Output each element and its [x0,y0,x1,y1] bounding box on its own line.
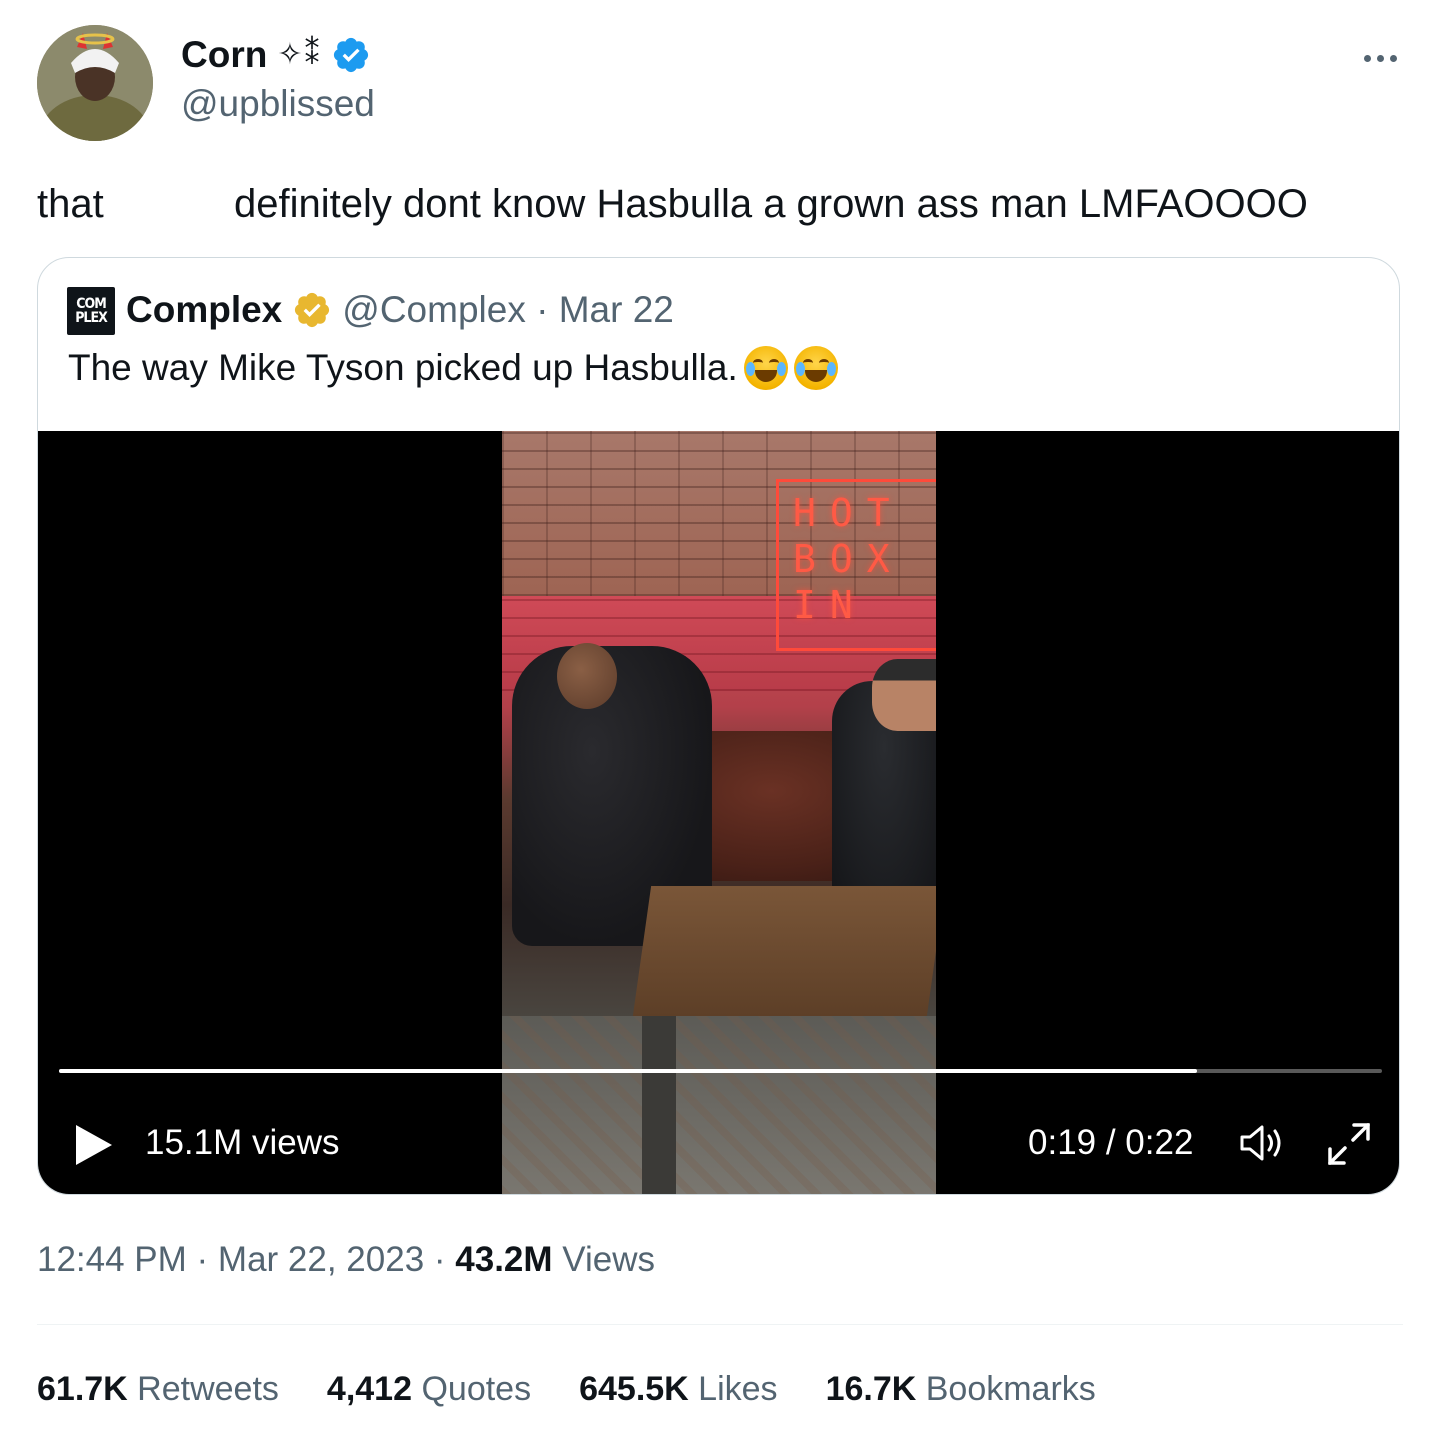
stat-label: Retweets [127,1370,279,1408]
likes-stat[interactable]: 645.5K Likes [579,1367,777,1411]
tweet-timestamp: 12:44 PM · Mar 22, 2023 · 43.2M Views [37,1238,655,1282]
quoted-text: The way Mike Tyson picked up Hasbulla. [68,346,838,390]
video-progress-fill [59,1069,1197,1073]
table-leg [642,1016,676,1194]
volume-icon[interactable] [1238,1121,1288,1165]
tweet-stats: 61.7K Retweets 4,412 Quotes 645.5K Likes… [37,1367,1096,1411]
neon-line: HOT [793,491,904,535]
person-left-head [557,643,617,709]
complex-logo: COM PLEX [67,287,115,335]
author-handle[interactable]: @upblissed [181,82,375,126]
tweet-text-part2: definitely dont know Hasbulla a grown as… [234,182,1308,226]
stat-count: 645.5K [579,1370,689,1408]
quotes-stat[interactable]: 4,412 Quotes [327,1367,531,1411]
tweet-text-part1: that [37,182,104,226]
more-horizontal-icon[interactable] [1352,40,1408,76]
bookmarks-stat[interactable]: 16.7K Bookmarks [826,1367,1096,1411]
neon-line: BOX [793,537,904,581]
video-progress-bar[interactable] [59,1069,1382,1073]
separator: · [186,1240,218,1279]
video-player[interactable]: HOT BOX IN 15.1M views 0:19 / 0:22 [38,431,1399,1194]
views-count: 43.2M [455,1240,553,1279]
views-label: Views [552,1240,656,1279]
author-name-decoration: ✧⁑ [277,38,322,71]
person-right-head [872,659,936,731]
quoted-text-body: The way Mike Tyson picked up Hasbulla. [68,347,738,388]
coffee-table [632,886,936,1016]
logo-text-bottom: PLEX [75,310,108,326]
play-icon[interactable] [74,1123,114,1167]
fullscreen-icon[interactable] [1326,1121,1372,1167]
divider [37,1324,1403,1325]
avatar[interactable] [37,25,153,141]
logo-text-top: COM [76,296,107,312]
video-time: 0:19 / 0:22 [1028,1123,1194,1162]
tears-of-joy-emoji-icon [793,346,838,390]
stat-count: 61.7K [37,1370,128,1408]
quoted-meta[interactable]: @Complex · Mar 22 [342,288,674,332]
retweets-stat[interactable]: 61.7K Retweets [37,1367,279,1411]
tweet-date[interactable]: Mar 22, 2023 [218,1240,424,1279]
neon-line: IN [793,583,867,627]
verified-badge-icon [292,290,332,330]
video-views: 15.1M views [145,1123,340,1162]
tweet-time[interactable]: 12:44 PM [37,1240,187,1279]
quoted-tweet-card[interactable]: COM PLEX Complex @Complex · Mar 22 The w… [37,257,1400,1195]
author-display-name[interactable]: Corn ✧⁑ [181,33,371,77]
verified-badge-icon [331,35,371,75]
author-name: Corn [181,34,268,75]
stat-count: 16.7K [825,1370,917,1408]
quoted-header: Complex @Complex · Mar 22 [126,288,674,332]
rug [502,1016,936,1194]
stat-label: Likes [688,1370,778,1408]
stat-label: Bookmarks [916,1370,1096,1408]
tears-of-joy-emoji-icon [743,346,788,390]
stat-label: Quotes [412,1370,532,1408]
quoted-author-name[interactable]: Complex [126,288,282,332]
neon-sign: HOT BOX IN [776,479,936,651]
video-frame[interactable]: HOT BOX IN [502,431,936,1194]
separator: · [424,1240,456,1279]
stat-count: 4,412 [326,1370,413,1408]
